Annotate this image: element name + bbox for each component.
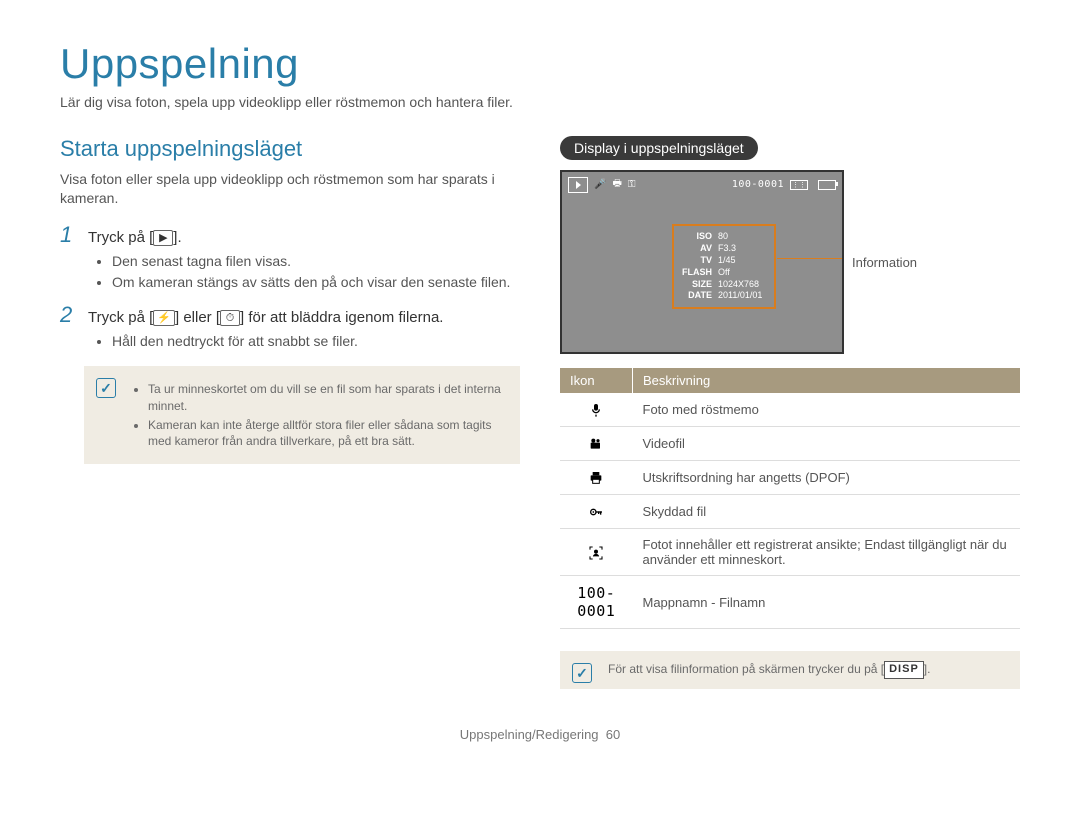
info-label: FLASH bbox=[682, 268, 716, 278]
footer-page-number: 60 bbox=[606, 727, 620, 742]
icon-description-table: Ikon Beskrivning Foto med röstmemo bbox=[560, 368, 1020, 629]
info-value: F3.3 bbox=[718, 244, 766, 254]
play-mode-icon bbox=[568, 177, 588, 193]
step-2-pre: Tryck på [ bbox=[88, 309, 153, 326]
info-value: 1024X768 bbox=[718, 280, 766, 290]
table-cell-desc: Foto med röstmemo bbox=[633, 393, 1021, 427]
footnote-pre: För att visa filinformation på skärmen t… bbox=[608, 662, 884, 676]
table-cell-desc: Mappnamn - Filnamn bbox=[633, 576, 1021, 629]
lcd-screen: 🎤 🖶 ⚿ 100-0001 ⋮⋮ ISO80 AVF3.3 TV1/45 FL… bbox=[560, 170, 844, 354]
callout-line bbox=[777, 258, 842, 259]
info-callout-label: Information bbox=[852, 255, 917, 270]
table-row: Fotot innehåller ett registrerat ansikte… bbox=[560, 529, 1020, 576]
step-1-text: Tryck på [▶]. bbox=[88, 227, 182, 248]
lock-icon: ⚿ bbox=[628, 179, 636, 190]
info-label: DATE bbox=[682, 291, 716, 301]
step-2-text: Tryck på [⚡] eller [⏱] för att bläddra i… bbox=[88, 307, 443, 328]
list-item: Kameran kan inte återge alltför stora fi… bbox=[148, 417, 506, 449]
info-label: TV bbox=[682, 256, 716, 266]
disp-key-icon: DISP bbox=[884, 661, 924, 678]
face-icon bbox=[560, 529, 633, 576]
file-code: 100-0001 bbox=[732, 179, 784, 190]
footer-section: Uppspelning/Redigering bbox=[460, 727, 599, 742]
print-icon bbox=[560, 461, 633, 495]
left-para: Visa foton eller spela upp videoklipp oc… bbox=[60, 170, 520, 208]
play-key-icon: ▶ bbox=[153, 230, 173, 246]
lcd-wrap: 🎤 🖶 ⚿ 100-0001 ⋮⋮ ISO80 AVF3.3 TV1/45 FL… bbox=[560, 170, 1020, 354]
info-value: Off bbox=[718, 268, 766, 278]
step-1-pre: Tryck på [ bbox=[88, 229, 153, 246]
card-icon: ⋮⋮ bbox=[790, 180, 808, 190]
note-icon: ✓ bbox=[572, 663, 592, 683]
step-1-bullets: Den senast tagna filen visas. Om kameran… bbox=[60, 252, 520, 292]
info-value: 1/45 bbox=[718, 256, 766, 266]
note-icon: ✓ bbox=[96, 378, 116, 398]
info-value: 80 bbox=[718, 232, 766, 242]
table-row: Skyddad fil bbox=[560, 495, 1020, 529]
page-title: Uppspelning bbox=[60, 40, 1020, 88]
table-head-icon: Ikon bbox=[560, 368, 633, 393]
info-value: 2011/01/01 bbox=[718, 291, 766, 301]
step-1: 1 Tryck på [▶]. bbox=[60, 222, 520, 248]
table-row: Videofil bbox=[560, 427, 1020, 461]
table-cell-desc: Fotot innehåller ett registrerat ansikte… bbox=[633, 529, 1021, 576]
mic-icon bbox=[560, 393, 633, 427]
timer-key-icon: ⏱ bbox=[220, 310, 240, 326]
table-row: Utskriftsordning har angetts (DPOF) bbox=[560, 461, 1020, 495]
info-label: SIZE bbox=[682, 280, 716, 290]
mic-icon: 🎤 bbox=[594, 179, 606, 190]
table-row: Foto med röstmemo bbox=[560, 393, 1020, 427]
table-row: 100-0001 Mappnamn - Filnamn bbox=[560, 576, 1020, 629]
list-item: Den senast tagna filen visas. bbox=[112, 252, 520, 271]
video-icon bbox=[560, 427, 633, 461]
step-2: 2 Tryck på [⚡] eller [⏱] för att bläddra… bbox=[60, 302, 520, 328]
lock-icon bbox=[560, 495, 633, 529]
info-label: ISO bbox=[682, 232, 716, 242]
table-cell-desc: Skyddad fil bbox=[633, 495, 1021, 529]
note-box: ✓ Ta ur minneskortet om du vill se en fi… bbox=[84, 366, 520, 464]
battery-icon bbox=[818, 180, 836, 190]
footnote-box: ✓ För att visa filinformation på skärmen… bbox=[560, 651, 1020, 689]
step-2-number: 2 bbox=[60, 302, 78, 328]
footnote-post: ]. bbox=[924, 662, 931, 676]
table-head-desc: Beskrivning bbox=[633, 368, 1021, 393]
step-2-mid: ] eller [ bbox=[175, 309, 220, 326]
table-cell-desc: Utskriftsordning har angetts (DPOF) bbox=[633, 461, 1021, 495]
step-1-post: ]. bbox=[173, 229, 181, 246]
step-2-post: ] för att bläddra igenom filerna. bbox=[240, 309, 443, 326]
right-column: Display i uppspelningsläget 🎤 🖶 ⚿ 100-00… bbox=[560, 136, 1020, 689]
flash-key-icon: ⚡ bbox=[153, 310, 175, 326]
info-label: AV bbox=[682, 244, 716, 254]
filecode-cell: 100-0001 bbox=[560, 576, 633, 629]
lcd-top-bar: 🎤 🖶 ⚿ 100-0001 ⋮⋮ bbox=[562, 172, 842, 197]
page-footer: Uppspelning/Redigering 60 bbox=[60, 727, 1020, 742]
list-item: Om kameran stängs av sätts den på och vi… bbox=[112, 273, 520, 292]
list-item: Ta ur minneskortet om du vill se en fil … bbox=[148, 381, 506, 413]
lcd-info-box: ISO80 AVF3.3 TV1/45 FLASHOff SIZE1024X76… bbox=[672, 224, 776, 309]
step-2-bullets: Håll den nedtryckt för att snabbt se fil… bbox=[60, 332, 520, 351]
right-pill-heading: Display i uppspelningsläget bbox=[560, 136, 758, 160]
table-cell-desc: Videofil bbox=[633, 427, 1021, 461]
left-subhead: Starta uppspelningsläget bbox=[60, 136, 520, 162]
page-intro: Lär dig visa foton, spela upp videoklipp… bbox=[60, 94, 1020, 110]
step-1-number: 1 bbox=[60, 222, 78, 248]
print-icon: 🖶 bbox=[612, 176, 621, 193]
list-item: Håll den nedtryckt för att snabbt se fil… bbox=[112, 332, 520, 351]
left-column: Starta uppspelningsläget Visa foton elle… bbox=[60, 136, 520, 689]
